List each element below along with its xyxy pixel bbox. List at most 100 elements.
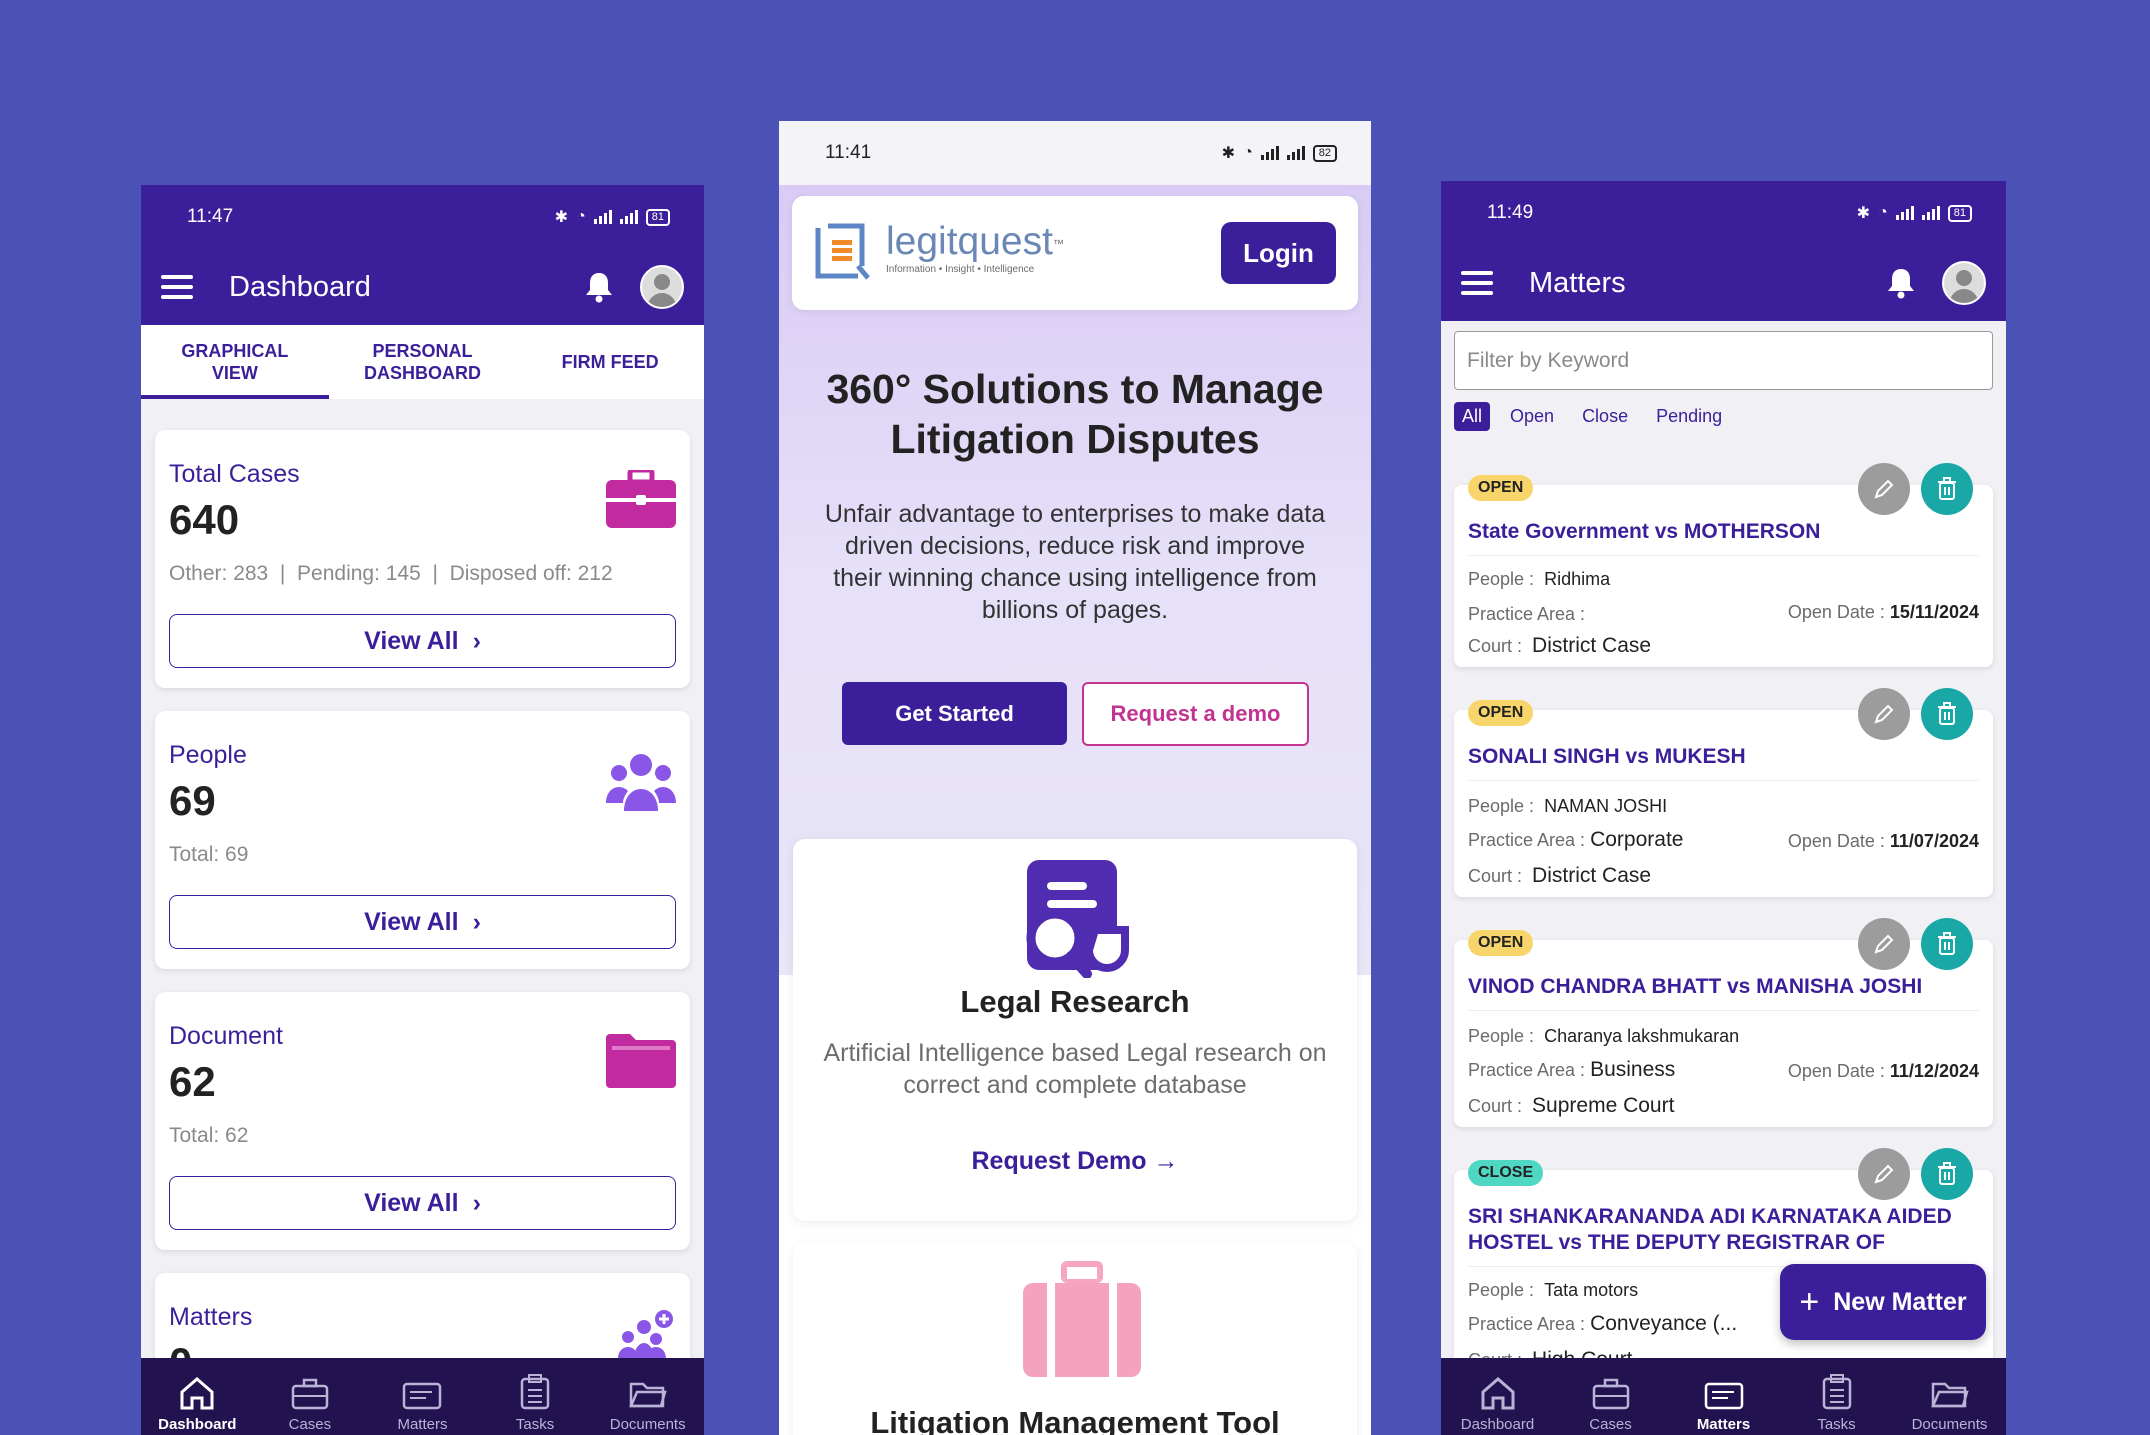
- signal-icon-2: [1286, 146, 1305, 160]
- get-started-button[interactable]: Get Started: [842, 682, 1067, 745]
- edit-button[interactable]: [1858, 1148, 1910, 1200]
- status-badge: OPEN: [1468, 700, 1534, 726]
- label: Practice Area :: [1468, 830, 1586, 850]
- feature-title: Legal Research: [960, 984, 1190, 1019]
- tab-graphical-view[interactable]: GRAPHICAL VIEW: [141, 325, 329, 399]
- signal-icon: [1895, 206, 1914, 220]
- briefcase-icon: [291, 1378, 329, 1410]
- practice-row: Practice Area : Conveyance (...: [1468, 1312, 1737, 1336]
- edit-button[interactable]: [1858, 688, 1910, 740]
- view-all-button[interactable]: View All ›: [169, 1176, 676, 1230]
- label: Practice Area :: [1468, 1314, 1586, 1334]
- delete-button[interactable]: [1921, 1148, 1973, 1200]
- login-button[interactable]: Login: [1221, 222, 1336, 284]
- view-all-button[interactable]: View All ›: [169, 614, 676, 668]
- avatar[interactable]: [1942, 261, 1986, 305]
- nav-matters[interactable]: Matters: [366, 1358, 479, 1435]
- nav-documents[interactable]: Documents: [1893, 1358, 2006, 1435]
- label: People :: [1468, 569, 1535, 589]
- bell-icon[interactable]: [584, 271, 614, 303]
- tab-firm-feed[interactable]: FIRM FEED: [516, 325, 704, 399]
- plus-icon: +: [1799, 1282, 1820, 1321]
- logo-icon: [815, 223, 870, 280]
- page-title: Dashboard: [229, 270, 371, 303]
- clipboard-icon: [1822, 1374, 1851, 1410]
- menu-icon[interactable]: [161, 275, 193, 299]
- request-demo-link[interactable]: Request Demo →: [793, 1147, 1357, 1176]
- court-value: Supreme Court: [1532, 1094, 1675, 1117]
- menu-icon[interactable]: [1461, 271, 1493, 295]
- court-value: District Case: [1532, 864, 1652, 887]
- chip-pending[interactable]: Pending: [1648, 402, 1730, 431]
- chip-close[interactable]: Close: [1574, 402, 1636, 431]
- app-bar: Matters: [1441, 245, 2006, 321]
- court-value: District Case: [1532, 634, 1652, 657]
- status-bar: 11:49 ✱ ◔ 81: [1441, 181, 2006, 245]
- matter-card[interactable]: OPEN VINOD CHANDRA BHATT vs MANISHA JOSH…: [1454, 918, 1993, 1127]
- chip-open[interactable]: Open: [1502, 402, 1562, 431]
- nav-tasks[interactable]: Tasks: [479, 1358, 592, 1435]
- delete-button[interactable]: [1921, 688, 1973, 740]
- new-matter-button[interactable]: + New Matter: [1780, 1264, 1986, 1340]
- home-icon: [180, 1377, 214, 1410]
- practice-value: Conveyance (...: [1590, 1312, 1738, 1335]
- matters-nav-icon: [1704, 1382, 1743, 1410]
- nav-matters[interactable]: Matters: [1667, 1358, 1780, 1435]
- practice-row: Practice Area :: [1468, 602, 1585, 626]
- chip-all[interactable]: All: [1454, 402, 1491, 431]
- tab-personal-dashboard[interactable]: PERSONAL DASHBOARD: [329, 325, 517, 399]
- nav-dashboard[interactable]: Dashboard: [1441, 1358, 1554, 1435]
- nav-tasks[interactable]: Tasks: [1780, 1358, 1893, 1435]
- feature-title: Litigation Management Tool: [870, 1405, 1280, 1435]
- bell-icon[interactable]: [1886, 267, 1916, 299]
- court-row: Court : Supreme Court: [1468, 1094, 1674, 1118]
- legitquest-logo[interactable]: legitquest™ Information • Insight • Inte…: [814, 222, 1064, 282]
- dashboard-screen: 11:47 ✱ ◔ 81 Dashboard GRAPHICAL VIEW PE…: [141, 185, 704, 1435]
- matter-card[interactable]: OPEN SONALI SINGH vs MUKESH People : NAM…: [1454, 688, 1993, 897]
- matter-title: VINOD CHANDRA BHATT vs MANISHA JOSHI: [1468, 975, 1923, 998]
- status-badge: OPEN: [1468, 475, 1534, 501]
- card-number: 640: [169, 496, 240, 543]
- site-header: legitquest™ Information • Insight • Inte…: [792, 196, 1358, 310]
- logo-tagline: Information • Insight • Intelligence: [886, 264, 1035, 275]
- briefcase-icon: [606, 467, 676, 533]
- nav-documents[interactable]: Documents: [591, 1358, 704, 1435]
- nav-cases[interactable]: Cases: [254, 1358, 367, 1435]
- matter-title: SRI SHANKARANANDA ADI KARNATAKA AIDED HO…: [1468, 1205, 1952, 1254]
- matter-card[interactable]: OPEN State Government vs MOTHERSON Peopl…: [1454, 463, 1993, 667]
- document-card: Document 62 Total: 62 View All ›: [155, 992, 690, 1250]
- label: Open Date :: [1787, 602, 1885, 622]
- people-row: People : NAMAN JOSHI: [1468, 796, 1667, 817]
- divider: [1468, 780, 1979, 781]
- request-demo-button[interactable]: Request a demo: [1082, 682, 1309, 746]
- edit-button[interactable]: [1858, 918, 1910, 970]
- briefcase-icon: [1592, 1378, 1629, 1410]
- chevron-right-icon: ›: [472, 1188, 481, 1217]
- status-bar: 11:47 ✱ ◔ 81: [141, 185, 704, 249]
- view-all-button[interactable]: View All ›: [169, 895, 676, 949]
- nav-label: Tasks: [515, 1416, 555, 1433]
- nav-cases[interactable]: Cases: [1554, 1358, 1667, 1435]
- dashboard-tabs: GRAPHICAL VIEW PERSONAL DASHBOARD FIRM F…: [141, 325, 704, 399]
- filter-input[interactable]: Filter by Keyword: [1454, 331, 1993, 390]
- pencil-icon: [1874, 479, 1894, 499]
- folder-open-icon: [1930, 1382, 1969, 1408]
- nav-label: Matters: [397, 1416, 448, 1433]
- people-card: People 69 Total: 69 View All ›: [155, 711, 690, 969]
- delete-button[interactable]: [1921, 918, 1973, 970]
- label: Court :: [1468, 1096, 1523, 1116]
- people-row: People : Ridhima: [1468, 569, 1610, 590]
- nav-label: Cases: [1589, 1416, 1632, 1433]
- landing-screen: 11:41 ✱ ◔ 82 legitquest™ Information • I…: [779, 121, 1371, 1435]
- court-row: Court : District Case: [1468, 634, 1651, 658]
- nav-label: Documents: [1911, 1416, 1988, 1433]
- avatar[interactable]: [640, 265, 684, 309]
- delete-button[interactable]: [1921, 463, 1973, 515]
- nav-dashboard[interactable]: Dashboard: [141, 1358, 254, 1435]
- bottom-nav: Dashboard Cases Matters Tasks Documents: [1441, 1358, 2006, 1435]
- edit-button[interactable]: [1858, 463, 1910, 515]
- briefcase-icon: [1023, 1261, 1141, 1382]
- label: People :: [1468, 1280, 1535, 1300]
- card-title: Matters: [169, 1303, 253, 1331]
- matters-screen: 11:49 ✱ ◔ 81 Matters Filter by Keyword A…: [1441, 181, 2006, 1435]
